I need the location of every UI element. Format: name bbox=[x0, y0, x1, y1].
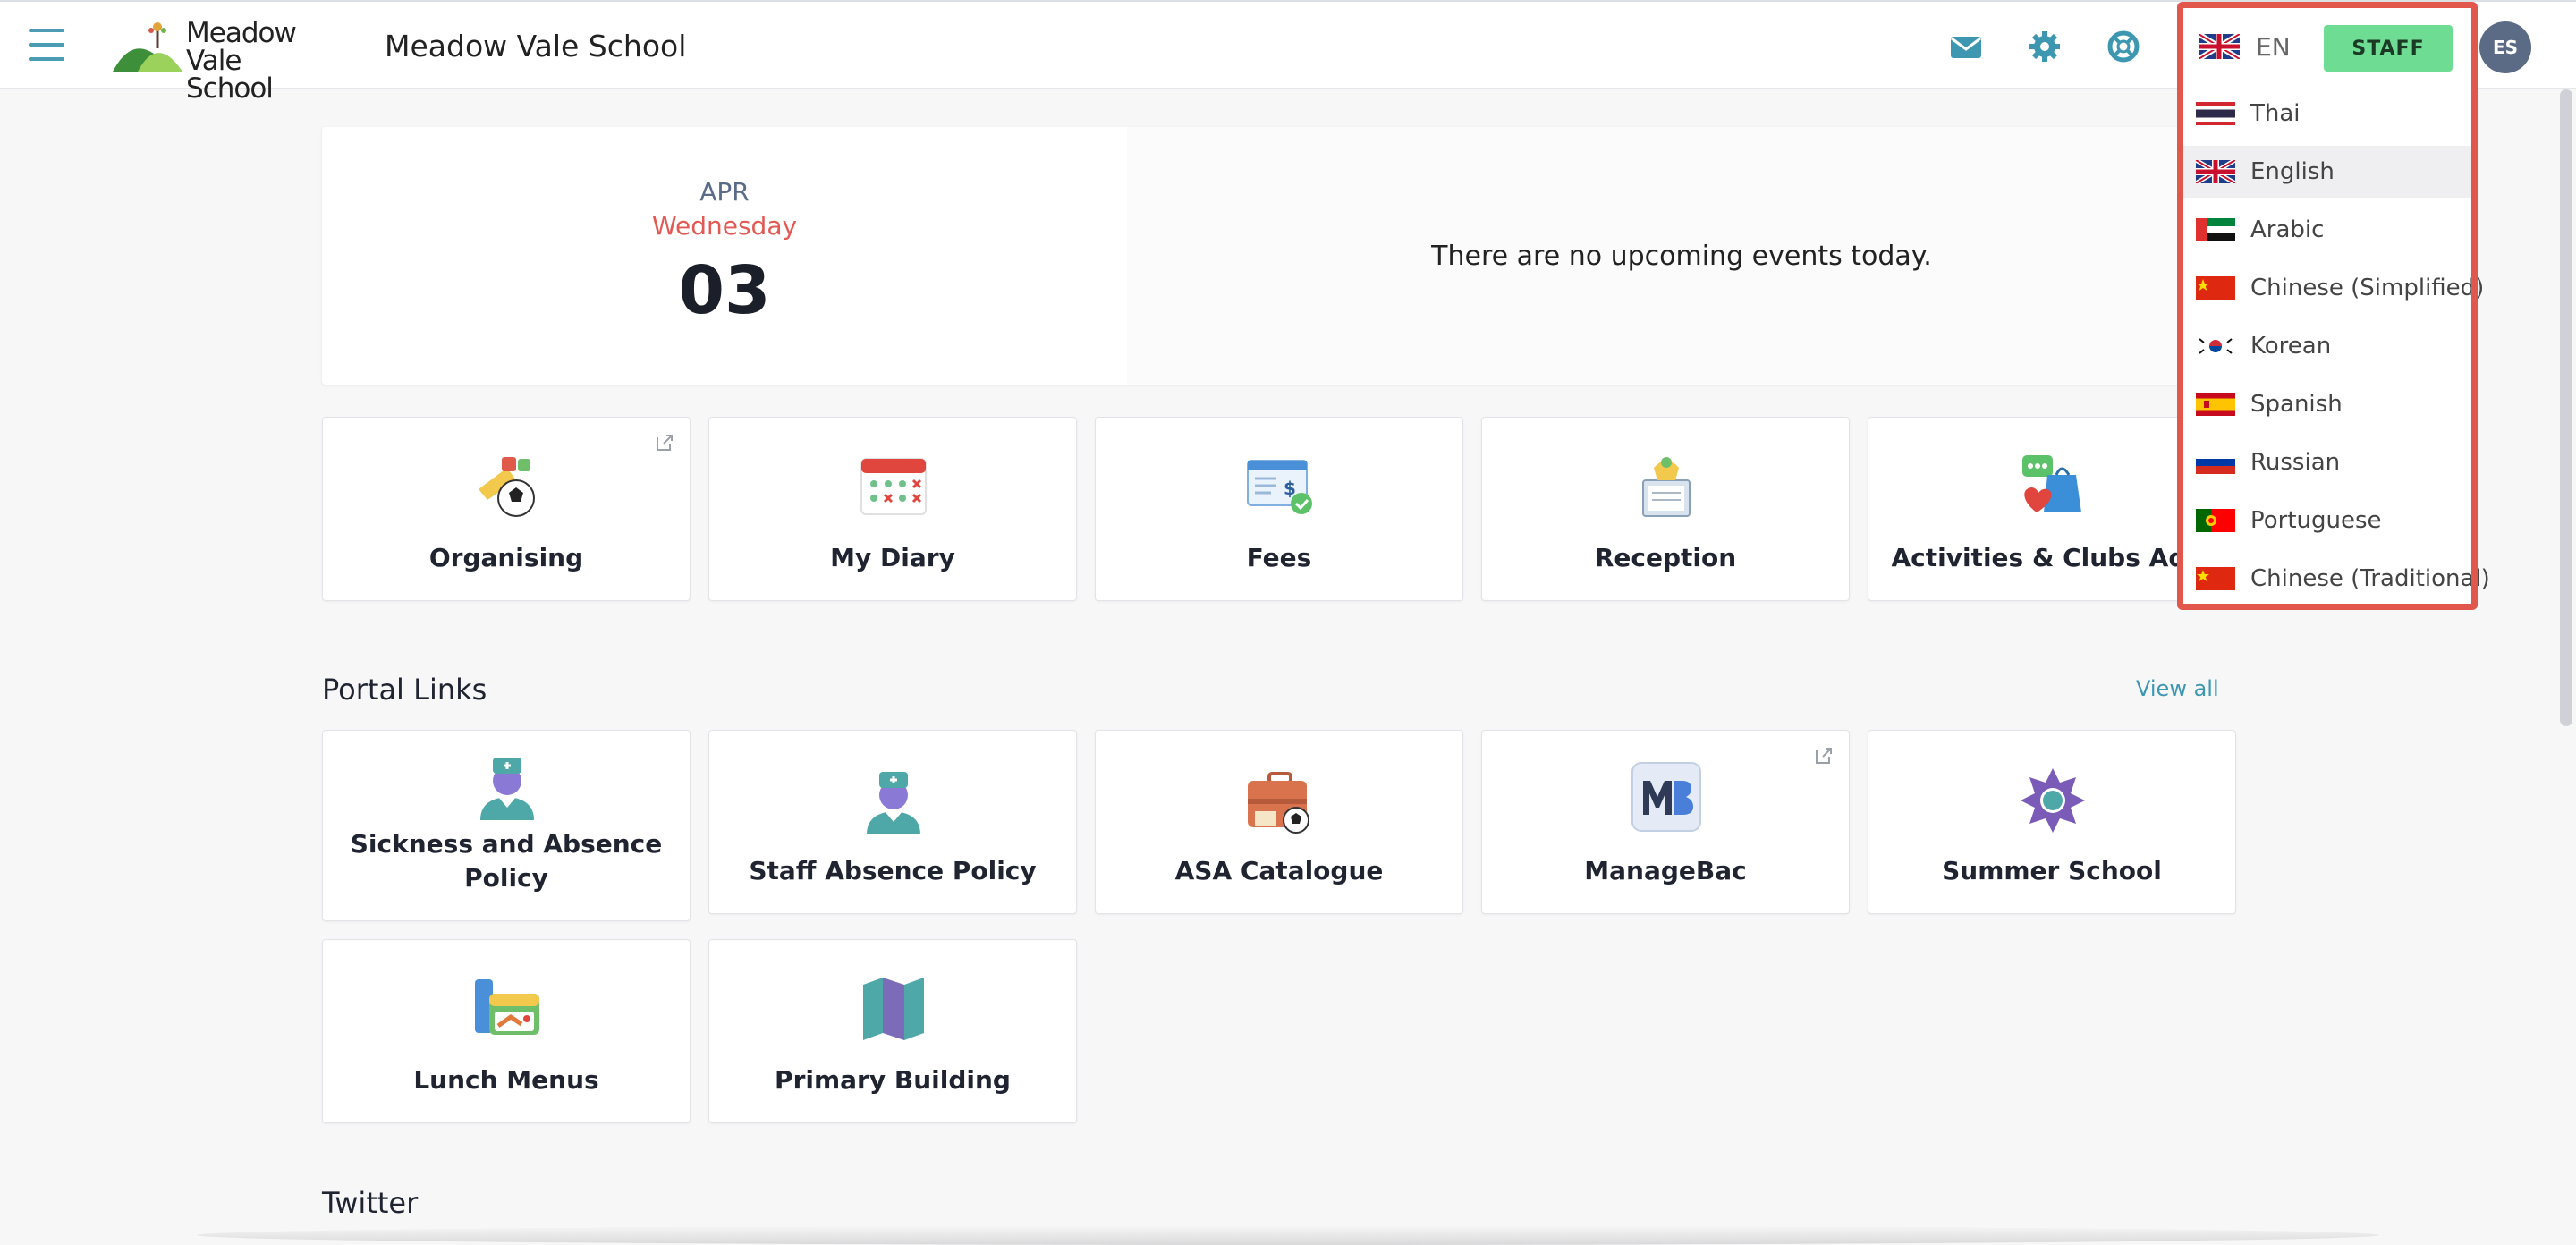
date-month: APR bbox=[699, 177, 750, 207]
school-logo[interactable]: Meadow Vale School bbox=[113, 18, 327, 103]
avatar[interactable]: ES bbox=[2479, 21, 2531, 73]
logo-text: Meadow Vale School bbox=[186, 17, 297, 105]
no-events-message: There are no upcoming events today. bbox=[1431, 240, 1932, 272]
portal-links-title: Portal Links bbox=[322, 673, 487, 707]
activities-icon bbox=[2022, 455, 2081, 512]
app-tile-reception[interactable]: Reception bbox=[1481, 417, 1850, 601]
page-scrollbar[interactable] bbox=[2560, 89, 2572, 726]
gear-icon[interactable] bbox=[2027, 29, 2063, 64]
app-tile-label: Fees bbox=[1246, 543, 1312, 572]
date-display: APR Wednesday 03 bbox=[322, 127, 1127, 385]
portal-tile-primary-building[interactable]: Primary Building bbox=[708, 939, 1077, 1123]
app-tile-label: Activities & Clubs Adm bbox=[1891, 543, 2213, 572]
lifebuoy-icon[interactable] bbox=[2106, 29, 2141, 64]
app-tile-label: Organising bbox=[428, 543, 584, 572]
app-tile-label: Reception bbox=[1594, 543, 1737, 572]
app-tile-my-diary[interactable]: My Diary bbox=[708, 417, 1077, 601]
view-all-link[interactable]: View all bbox=[2136, 676, 2219, 701]
date-weekday: Wednesday bbox=[651, 211, 798, 241]
sun-icon bbox=[2021, 768, 2085, 833]
nurse-icon bbox=[480, 758, 534, 820]
mail-icon[interactable] bbox=[1948, 29, 1984, 64]
page-title: Meadow Vale School bbox=[385, 29, 687, 64]
menu-hamburger-icon[interactable] bbox=[29, 29, 64, 61]
date-events-card: APR Wednesday 03 There are no upcoming e… bbox=[322, 127, 2236, 385]
portal-tile-summer-school[interactable]: Summer School bbox=[1868, 730, 2236, 914]
portal-tile-label: ASA Catalogue bbox=[1174, 856, 1384, 885]
portal-tile-lunch-menus[interactable]: Lunch Menus bbox=[322, 939, 691, 1123]
app-tile-organising[interactable]: Organising bbox=[322, 417, 691, 601]
map-icon bbox=[863, 978, 924, 1040]
portal-tile-label: Primary Building bbox=[775, 1065, 1011, 1095]
lunchbox-icon bbox=[475, 979, 539, 1035]
organising-icon bbox=[479, 457, 535, 517]
portal-tile-label: Summer School bbox=[1942, 856, 2162, 885]
portal-tile-asa-catalogue[interactable]: ASA Catalogue bbox=[1095, 730, 1463, 914]
bottom-shadow bbox=[197, 1225, 2379, 1245]
external-link-icon[interactable] bbox=[1813, 745, 1835, 766]
app-tile-label: My Diary bbox=[830, 543, 955, 572]
events-panel: There are no upcoming events today. bbox=[1127, 127, 2236, 385]
nurse-icon bbox=[867, 772, 920, 834]
external-link-icon[interactable] bbox=[654, 432, 675, 453]
managebac-icon bbox=[1631, 762, 1701, 832]
twitter-section-title: Twitter bbox=[322, 1186, 419, 1220]
portal-tile-staff-absence[interactable]: Staff Absence Policy bbox=[708, 730, 1077, 914]
portal-tile-label: Sickness and Absence Policy bbox=[350, 829, 663, 893]
hill-logo-icon bbox=[113, 22, 182, 72]
portal-tile-label: ManageBac bbox=[1584, 856, 1747, 885]
portal-tile-managebac[interactable]: ManageBac bbox=[1481, 730, 1850, 914]
language-dropdown-highlight bbox=[2177, 2, 2478, 610]
fees-icon: $ bbox=[1247, 460, 1312, 514]
portal-tile-sickness-absence[interactable]: Sickness and Absence Policy bbox=[322, 730, 691, 921]
portal-tile-label: Lunch Menus bbox=[413, 1065, 599, 1095]
portal-tile-label: Staff Absence Policy bbox=[749, 856, 1037, 885]
calendar-icon bbox=[860, 458, 927, 515]
app-tile-fees[interactable]: $ Fees bbox=[1095, 417, 1463, 601]
date-day-number: 03 bbox=[678, 252, 771, 329]
briefcase-icon bbox=[1248, 772, 1309, 834]
reception-icon bbox=[1642, 457, 1690, 517]
